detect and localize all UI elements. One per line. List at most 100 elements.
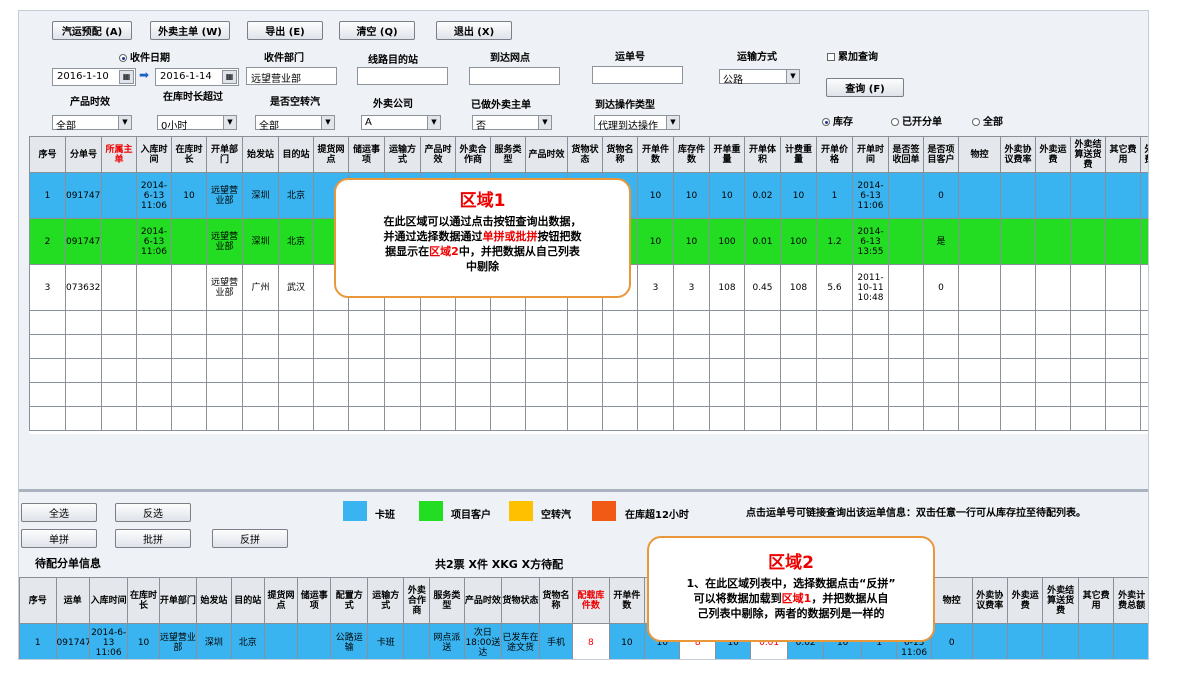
column-header[interactable]: 库存件数 (673, 136, 710, 173)
column-header[interactable]: 开单部门 (158, 577, 198, 624)
column-header[interactable]: 提货网点 (263, 577, 299, 624)
reverse-merge-button[interactable]: 反拼 (212, 529, 288, 548)
radio-stock-icon[interactable] (822, 118, 830, 126)
date-to-field[interactable]: 2016-1-14 ▦ (155, 68, 239, 86)
waybill-field[interactable] (592, 66, 683, 84)
column-header[interactable]: 外卖计费总额 (1113, 577, 1148, 624)
column-header[interactable]: 外卖结算送货费 (1070, 136, 1106, 173)
transport-select[interactable]: 公路 ▼ (719, 69, 800, 86)
radio-split-icon[interactable] (891, 118, 899, 126)
column-header[interactable]: 外卖运费 (1007, 577, 1044, 624)
table-cell[interactable]: 09174734 (65, 218, 102, 265)
column-header[interactable]: 外卖计费总额 (1140, 136, 1148, 173)
column-header[interactable]: 物控 (958, 136, 1001, 173)
accumulate-checkbox[interactable] (827, 53, 835, 61)
column-header[interactable]: 开单时间 (852, 136, 889, 173)
timeliness-select[interactable]: 全部 ▼ (52, 115, 132, 132)
done-takeout-select[interactable]: 否 ▼ (472, 115, 552, 132)
column-header[interactable]: 其它费用 (1077, 577, 1115, 624)
table-cell: 108 (709, 264, 745, 311)
takeout-company-select[interactable]: A ▼ (361, 115, 441, 130)
table-cell[interactable]: 07363282 (65, 264, 102, 311)
clear-button[interactable]: 清空 (Q) (339, 21, 415, 40)
radio-all-icon[interactable] (972, 118, 980, 126)
column-header[interactable]: 产品时效 (463, 577, 503, 624)
column-header[interactable]: 外卖结算送货费 (1042, 577, 1079, 624)
column-header[interactable]: 在库时长 (127, 577, 160, 624)
column-header[interactable]: 开单价格 (816, 136, 853, 173)
takeout-main-button[interactable]: 外卖主单 (W) (150, 21, 230, 40)
column-header[interactable]: 服务类型 (429, 577, 465, 624)
column-header[interactable]: 货物状态 (567, 136, 603, 173)
column-header[interactable]: 运输方式 (384, 136, 421, 173)
select-all-button[interactable]: 全选 (21, 503, 97, 522)
arrive-op-select[interactable]: 代理到达操作 ▼ (594, 115, 680, 132)
column-header[interactable]: 货物名称 (602, 136, 638, 173)
column-header[interactable]: 始发站 (196, 577, 232, 624)
stock-time-select[interactable]: 0小时 ▼ (157, 115, 237, 132)
column-header[interactable]: 入库时间 (136, 136, 172, 173)
column-header[interactable]: 其它费用 (1105, 136, 1141, 173)
receive-date-radio[interactable] (119, 54, 127, 62)
column-header[interactable]: 外卖协议费率 (1000, 136, 1036, 173)
table-cell[interactable]: 09174733 (55, 623, 90, 659)
column-header[interactable]: 是否项目客户 (923, 136, 959, 173)
column-header[interactable]: 外卖合作商 (403, 577, 431, 624)
column-header[interactable]: 货物名称 (538, 577, 574, 624)
column-header[interactable]: 运输方式 (366, 577, 405, 624)
query-button[interactable]: 查询 (F) (826, 78, 904, 97)
column-header[interactable]: 分单号 (65, 136, 102, 173)
empty-transfer-select[interactable]: 全部 ▼ (255, 115, 335, 132)
column-header[interactable]: 外卖协议费率 (971, 577, 1009, 624)
splitter[interactable] (19, 489, 1148, 492)
single-merge-button[interactable]: 单拼 (21, 529, 97, 548)
accumulate-query[interactable]: 累加查询 (827, 48, 878, 63)
receive-dept-field[interactable]: 远望营业部 (246, 67, 337, 85)
column-header[interactable]: 外卖运费 (1035, 136, 1071, 173)
arrive-field[interactable] (469, 67, 560, 85)
exit-button[interactable]: 退出 (X) (436, 21, 512, 40)
column-header[interactable]: 计费重量 (780, 136, 817, 173)
invert-button[interactable]: 反选 (115, 503, 191, 522)
column-header[interactable]: 开单体积 (744, 136, 781, 173)
column-header[interactable]: 序号 (19, 577, 57, 624)
table-cell[interactable]: 09174733 (65, 172, 102, 219)
column-header[interactable]: 货物状态 (501, 577, 540, 624)
column-header[interactable]: 服务类型 (490, 136, 526, 173)
column-header[interactable]: 目的站 (278, 136, 314, 173)
table-row[interactable]: 1091747332014-6-13 11:0610远望营业部深圳北京公路运输卡… (19, 623, 1148, 659)
dispatch-button[interactable]: 汽运预配 (A) (52, 21, 132, 40)
calendar-icon[interactable]: ▦ (222, 70, 237, 84)
column-header[interactable]: 开单件数 (608, 577, 646, 624)
column-header[interactable]: 提货网点 (313, 136, 349, 173)
column-header[interactable]: 配置方式 (330, 577, 368, 624)
column-header[interactable]: 储运事项 (297, 577, 332, 624)
column-header[interactable]: 在库时长 (171, 136, 207, 173)
column-header[interactable]: 运单 (55, 577, 90, 624)
column-header[interactable]: 所属主单 (101, 136, 137, 173)
column-header[interactable]: 产品时效 (525, 136, 568, 173)
calendar-icon[interactable]: ▦ (119, 70, 134, 84)
column-header[interactable]: 入库时间 (88, 577, 129, 624)
batch-merge-button[interactable]: 批拼 (115, 529, 191, 548)
column-header[interactable]: 储运事项 (348, 136, 385, 173)
radio-split[interactable]: 已开分单 (891, 113, 942, 128)
export-button[interactable]: 导出 (E) (247, 21, 323, 40)
column-header[interactable]: 开单部门 (206, 136, 243, 173)
column-header[interactable]: 产品时效 (420, 136, 456, 173)
table-cell (455, 310, 491, 335)
column-header[interactable]: 开单件数 (637, 136, 674, 173)
column-header[interactable]: 配载库件数 (572, 577, 610, 624)
column-header[interactable]: 是否签收回单 (888, 136, 924, 173)
date-from-field[interactable]: 2016-1-10 ▦ (52, 68, 136, 86)
column-header[interactable]: 目的站 (230, 577, 265, 624)
radio-stock[interactable]: 库存 (822, 113, 853, 128)
route-field[interactable] (357, 67, 448, 85)
column-header[interactable]: 外卖合作商 (455, 136, 491, 173)
column-header[interactable]: 始发站 (242, 136, 279, 173)
column-header[interactable]: 物控 (930, 577, 973, 624)
radio-all[interactable]: 全部 (972, 113, 1003, 128)
column-header[interactable]: 开单重量 (709, 136, 745, 173)
table-cell (709, 334, 745, 359)
column-header[interactable]: 序号 (29, 136, 66, 173)
